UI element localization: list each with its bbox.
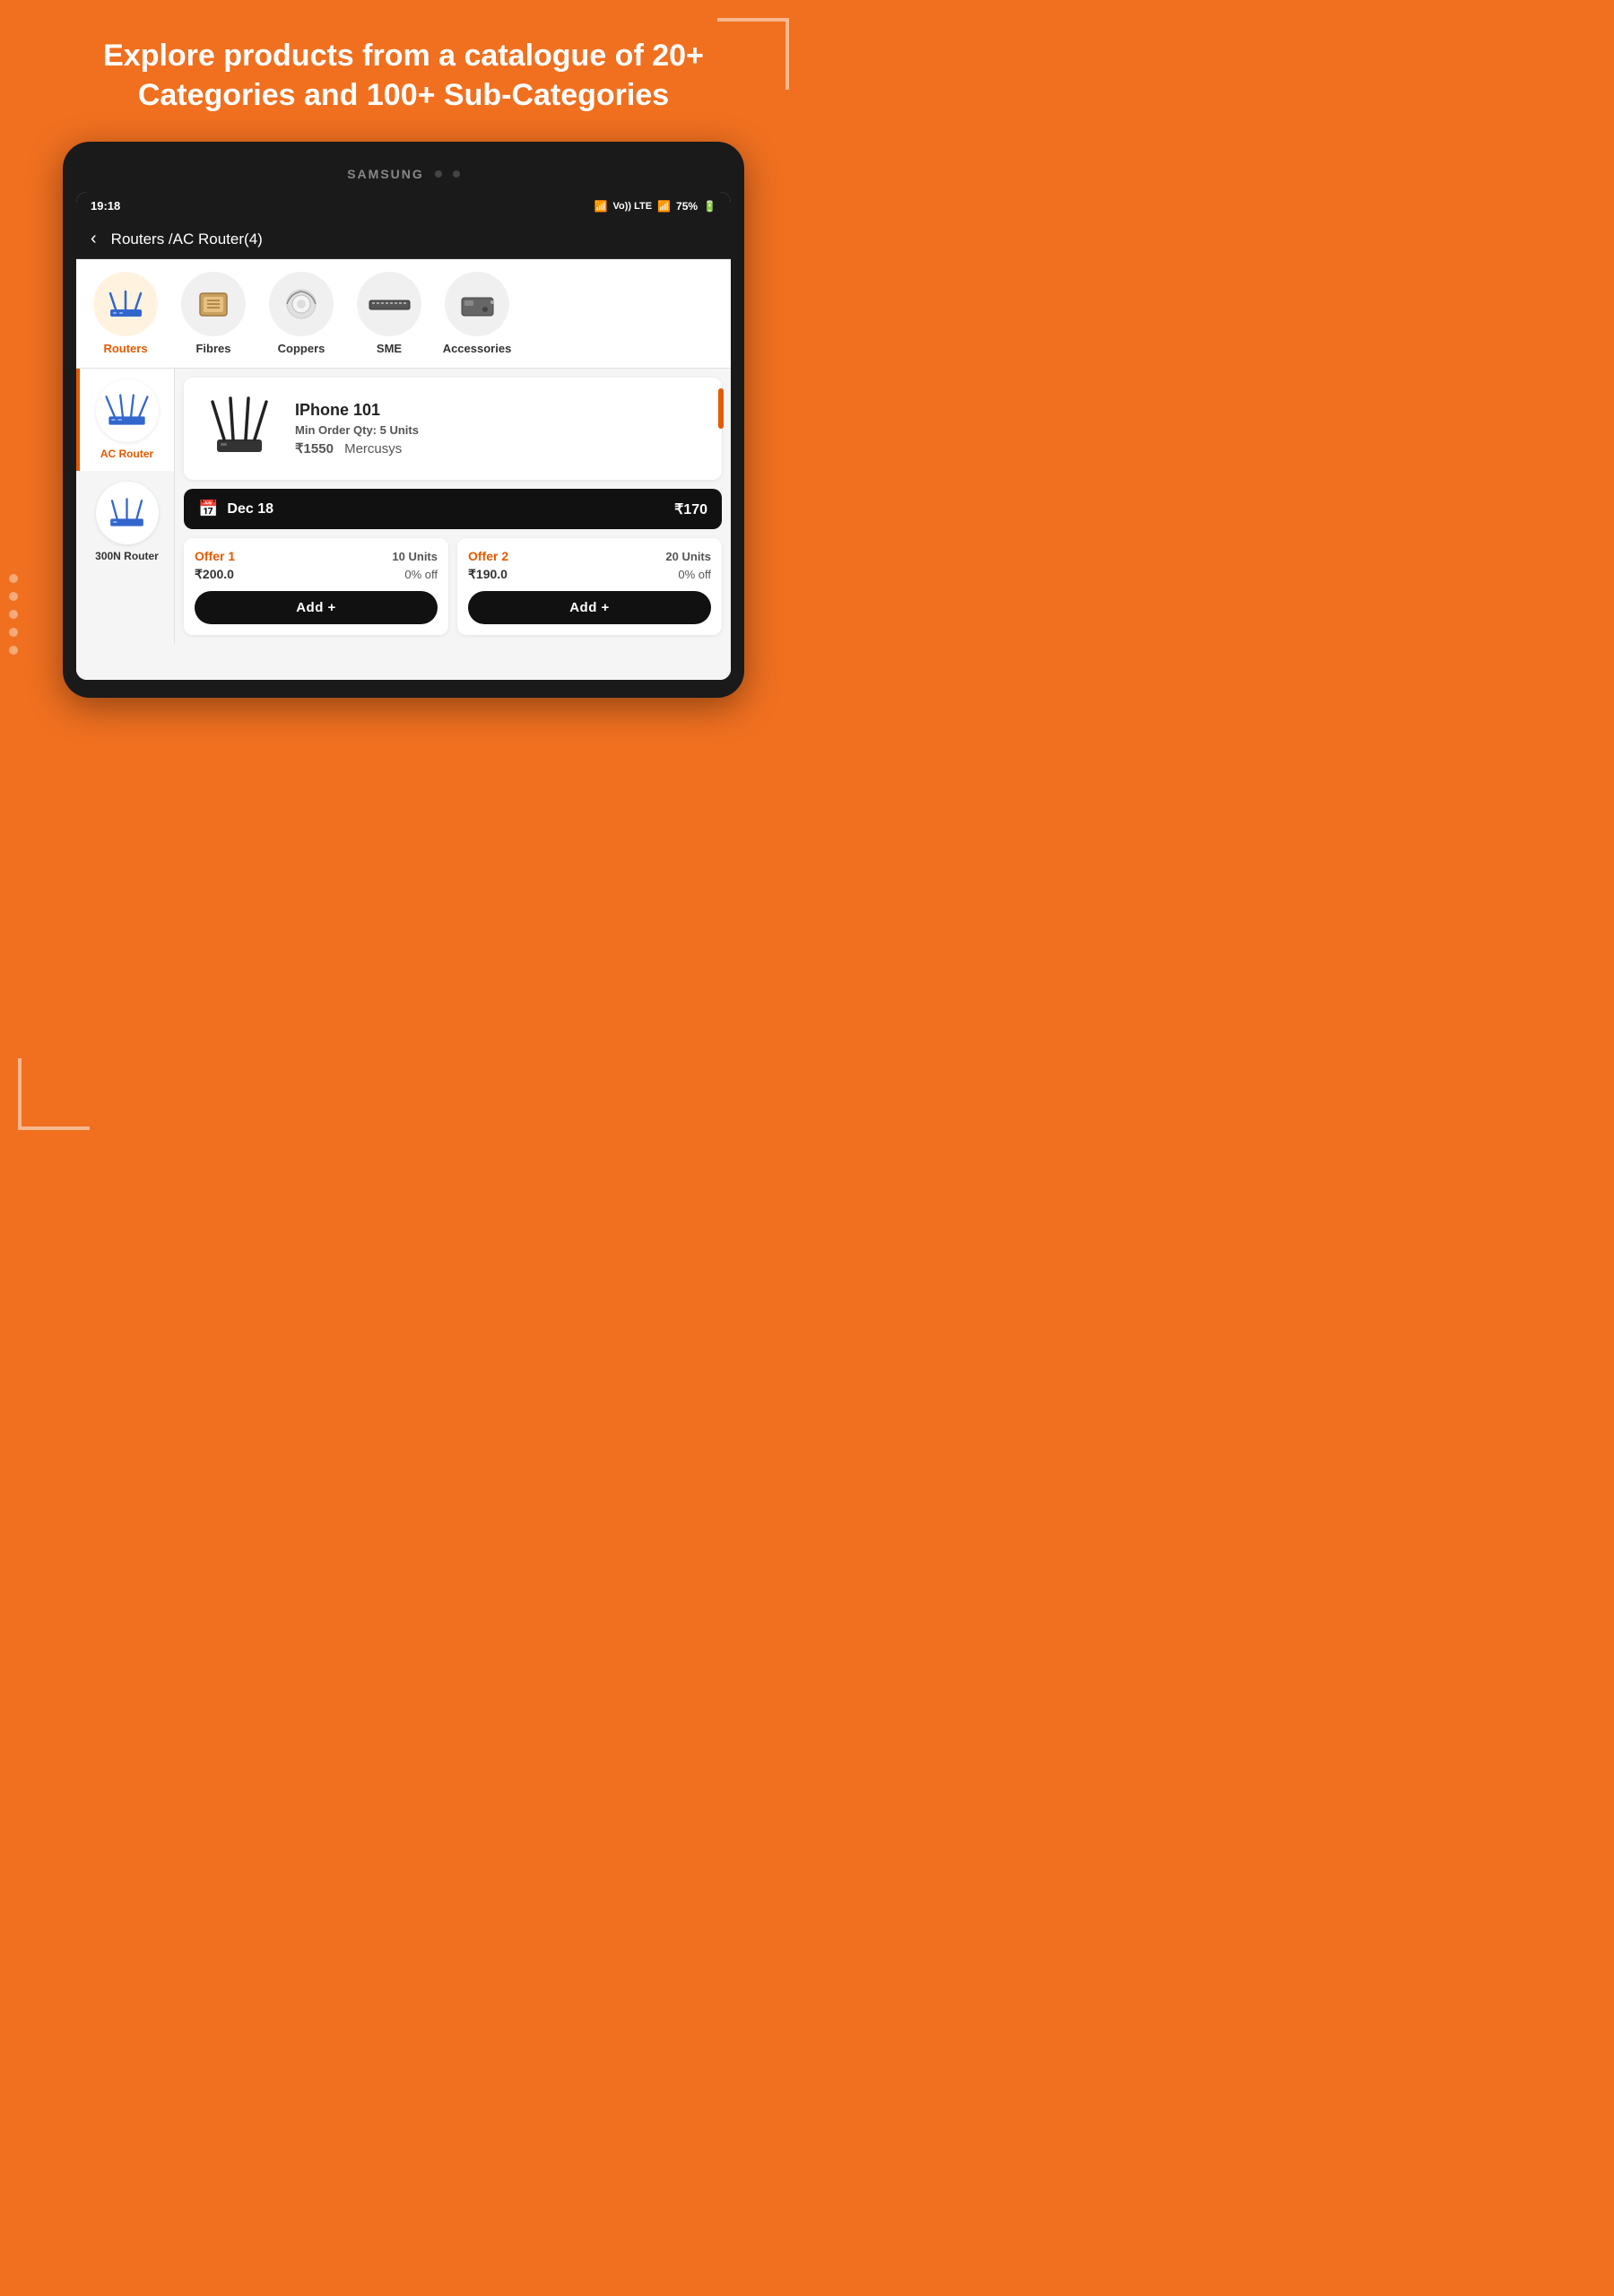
- category-icon-accessories: [445, 272, 509, 336]
- phone-screen: 19:18 📶 Vo)) LTE 📶 75% 🔋 ‹ Routers /AC R…: [76, 192, 731, 680]
- product-image: [195, 388, 284, 469]
- offers-row: Offer 1 10 Units ₹200.0 0% off Add +: [184, 538, 722, 635]
- dots-decoration: [9, 574, 18, 655]
- product-info: IPhone 101 Min Order Qty: 5 Units ₹1550 …: [295, 401, 711, 457]
- offer-2-header: Offer 2 20 Units: [468, 549, 711, 563]
- category-label-coppers: Coppers: [278, 342, 325, 355]
- product-min-order: Min Order Qty: 5 Units: [295, 423, 711, 437]
- product-area: AC Router 300: [76, 369, 731, 644]
- calendar-icon: 📅: [198, 500, 218, 518]
- product-price: ₹1550 Mercusys: [295, 440, 711, 457]
- wifi-icon: 📶: [594, 200, 608, 213]
- offer-1-discount: 0% off: [404, 568, 438, 581]
- content-area: Routers Fibres: [76, 259, 731, 680]
- battery-icon: 🔋: [703, 200, 716, 213]
- battery-percent: 75%: [676, 200, 698, 213]
- sidebar-item-ac-router[interactable]: AC Router: [76, 369, 174, 471]
- product-name: IPhone 101: [295, 401, 711, 420]
- tablet-camera-dot: [435, 170, 442, 178]
- offer-card-2: Offer 2 20 Units ₹190.0 0% off Add +: [457, 538, 722, 635]
- offer-1-price-row: ₹200.0 0% off: [195, 567, 438, 582]
- offer-2-price-row: ₹190.0 0% off: [468, 567, 711, 582]
- breadcrumb-main: Routers: [111, 230, 165, 248]
- category-icon-coppers: [269, 272, 334, 336]
- offer-2-discount: 0% off: [678, 568, 711, 581]
- offer-1-label: Offer 1: [195, 549, 235, 563]
- tablet-brand-label: SAMSUNG: [347, 167, 424, 181]
- scroll-indicator: [718, 388, 724, 430]
- offer-card-1: Offer 1 10 Units ₹200.0 0% off Add +: [184, 538, 448, 635]
- category-icon-fibres: [181, 272, 246, 336]
- date-label: Dec 18: [227, 501, 273, 517]
- category-item-fibres[interactable]: Fibres: [173, 272, 254, 355]
- product-content: IPhone 101 Min Order Qty: 5 Units ₹1550 …: [175, 369, 731, 644]
- tablet-brand-bar: SAMSUNG: [76, 160, 731, 192]
- offer-1-units: 10 Units: [392, 550, 438, 563]
- product-price-value: ₹1550: [295, 441, 334, 457]
- offer-2-label: Offer 2: [468, 549, 508, 563]
- date-bar: 📅 Dec 18 ₹170: [184, 489, 722, 529]
- signal-text: Vo)) LTE: [612, 201, 652, 212]
- sidebar-icon-300n-router: [96, 482, 159, 544]
- category-item-coppers[interactable]: Coppers: [261, 272, 342, 355]
- sidebar-label-ac-router: AC Router: [100, 448, 153, 460]
- header-title: Explore products from a catalogue of 20+…: [0, 0, 807, 142]
- offer-2-add-button[interactable]: Add +: [468, 591, 711, 624]
- offer-1-add-button[interactable]: Add +: [195, 591, 438, 624]
- category-label-sme: SME: [377, 342, 402, 355]
- category-label-routers: Routers: [103, 342, 147, 355]
- offer-1-header: Offer 1 10 Units: [195, 549, 438, 563]
- nav-bar: ‹ Routers /AC Router(4): [76, 220, 731, 259]
- product-brand: Mercusys: [344, 441, 402, 457]
- offer-2-price: ₹190.0: [468, 567, 508, 582]
- category-item-accessories[interactable]: Accessories: [437, 272, 517, 355]
- breadcrumb-slash: /: [164, 230, 172, 248]
- bottom-partial-area: [76, 644, 731, 680]
- breadcrumb-count: (4): [244, 230, 263, 248]
- back-button[interactable]: ‹: [91, 229, 97, 249]
- product-card: IPhone 101 Min Order Qty: 5 Units ₹1550 …: [184, 378, 722, 480]
- sidebar-item-300n-router[interactable]: 300N Router: [76, 471, 174, 573]
- tablet-device: SAMSUNG 19:18 📶 Vo)) LTE 📶 75% 🔋 ‹ Route…: [63, 142, 744, 698]
- category-item-sme[interactable]: SME: [349, 272, 430, 355]
- sidebar-icon-ac-router: [96, 379, 159, 442]
- left-sidebar: AC Router 300: [76, 369, 175, 644]
- category-item-routers[interactable]: Routers: [85, 272, 166, 355]
- status-time: 19:18: [91, 199, 120, 213]
- corner-decoration-bl: [18, 1058, 90, 1130]
- sidebar-label-300n-router: 300N Router: [95, 550, 159, 562]
- category-icon-routers: [93, 272, 158, 336]
- category-label-fibres: Fibres: [195, 342, 230, 355]
- tablet-camera-dot2: [453, 170, 460, 178]
- breadcrumb-sub: AC Router: [173, 230, 244, 248]
- status-icons: 📶 Vo)) LTE 📶 75% 🔋: [594, 200, 716, 213]
- date-price: ₹170: [674, 500, 707, 518]
- category-label-accessories: Accessories: [443, 342, 512, 355]
- signal-bars-icon: 📶: [657, 200, 671, 213]
- date-left: 📅 Dec 18: [198, 500, 273, 518]
- category-icon-sme: [357, 272, 421, 336]
- offer-1-price: ₹200.0: [195, 567, 234, 582]
- offer-2-units: 20 Units: [665, 550, 711, 563]
- breadcrumb: Routers /AC Router(4): [111, 230, 263, 248]
- category-scroll[interactable]: Routers Fibres: [76, 259, 731, 369]
- status-bar: 19:18 📶 Vo)) LTE 📶 75% 🔋: [76, 192, 731, 220]
